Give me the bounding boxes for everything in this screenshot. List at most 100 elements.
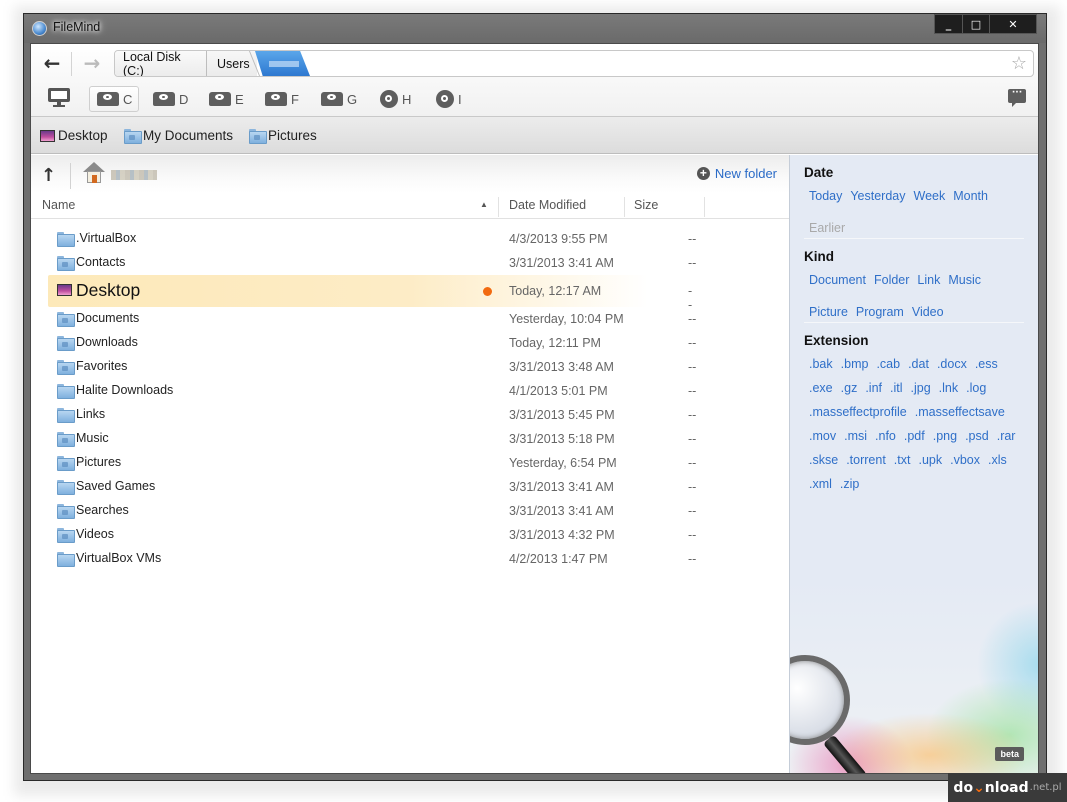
file-row[interactable]: Halite Downloads 4/1/2013 5:01 PM -- [31, 379, 789, 403]
drive-c-button[interactable]: C [89, 86, 140, 112]
kind-filter-link[interactable]: Picture [809, 304, 848, 320]
folder-icon [57, 480, 75, 495]
recent-change-dot-icon [483, 287, 492, 296]
drive-g-button[interactable]: G [314, 86, 363, 112]
file-row[interactable]: Documents Yesterday, 10:04 PM -- [31, 307, 789, 331]
column-name[interactable]: Name [42, 198, 75, 212]
extension-filter-link[interactable]: .xml [809, 476, 832, 492]
address-bar[interactable]: Local Disk (C:) Users ☆ [114, 50, 1034, 77]
breadcrumb-local-disk[interactable]: Local Disk (C:) [115, 51, 207, 76]
extension-filter-link[interactable]: .xls [988, 452, 1007, 468]
file-row-selected[interactable]: Desktop Today, 12:17 AM -- [48, 275, 692, 312]
extension-filter-link[interactable]: .docx [937, 356, 967, 372]
column-size[interactable]: Size [634, 198, 658, 212]
extension-filter-link[interactable]: .itl [890, 380, 903, 396]
drive-d-button[interactable]: D [146, 86, 194, 112]
extension-filter-link[interactable]: .jpg [911, 380, 931, 396]
optical-drive-icon [380, 90, 398, 108]
breadcrumb-users[interactable]: Users [207, 51, 257, 76]
computer-icon[interactable] [48, 88, 72, 110]
file-row[interactable]: Pictures Yesterday, 6:54 PM -- [31, 451, 789, 475]
maximize-button[interactable]: □ [962, 15, 989, 33]
feedback-chat-icon[interactable]: ··· [1008, 89, 1026, 107]
file-rows: .VirtualBox 4/3/2013 9:55 PM -- Contacts… [31, 227, 789, 571]
extension-filter-link[interactable]: .torrent [846, 452, 886, 468]
date-filter-link[interactable]: Week [914, 188, 946, 204]
home-icon[interactable] [83, 162, 105, 184]
redacted-home-folder-name[interactable] [111, 170, 157, 180]
file-row[interactable]: Contacts 3/31/2013 3:41 AM -- [31, 251, 789, 275]
file-row[interactable]: VirtualBox VMs 4/2/2013 1:47 PM -- [31, 547, 789, 571]
facet-kind: Kind Document Folder Link Music Picture Progr… [804, 249, 1026, 320]
kind-filter-link[interactable]: Video [912, 304, 944, 320]
minimize-button[interactable]: _ [935, 15, 962, 33]
extension-filter-link[interactable]: .pdf [904, 428, 925, 444]
extension-filter-link[interactable]: .bak [809, 356, 833, 372]
breadcrumb-current-user[interactable] [255, 51, 310, 76]
date-filter-link[interactable]: Today [809, 188, 842, 204]
up-folder-button[interactable]: ↑ [41, 165, 56, 186]
close-button[interactable]: ✕ [989, 15, 1036, 33]
favorite-star-icon[interactable]: ☆ [1011, 53, 1027, 74]
extension-filter-link[interactable]: .masseffectsave [915, 404, 1005, 420]
kind-filter-link[interactable]: Music [948, 272, 981, 288]
facet-items: .bak .bmp .cab .dat .docx .ess .exe .gz .inf .itl… [804, 356, 1026, 492]
extension-filter-link[interactable]: .png [933, 428, 957, 444]
kind-filter-link[interactable]: Program [856, 304, 904, 320]
new-folder-button[interactable]: + New folder [696, 166, 777, 181]
kind-filter-link[interactable]: Document [809, 272, 866, 288]
drive-f-button[interactable]: F [258, 86, 305, 112]
extension-filter-link[interactable]: .skse [809, 452, 838, 468]
column-divider[interactable] [498, 197, 499, 217]
title-bar[interactable]: FileMind _ □ ✕ [24, 14, 1046, 43]
file-row[interactable]: Favorites 3/31/2013 3:48 AM -- [31, 355, 789, 379]
extension-filter-link[interactable]: .log [966, 380, 986, 396]
forward-button[interactable]: → [79, 51, 105, 75]
file-row[interactable]: Links 3/31/2013 5:45 PM -- [31, 403, 789, 427]
plus-circle-icon: + [696, 167, 710, 180]
extension-filter-link[interactable]: .masseffectprofile [809, 404, 907, 420]
extension-filter-link[interactable]: .msi [844, 428, 867, 444]
extension-filter-link[interactable]: .exe [809, 380, 833, 396]
file-row[interactable]: .VirtualBox 4/3/2013 9:55 PM -- [31, 227, 789, 251]
extension-filter-link[interactable]: .txt [894, 452, 911, 468]
drive-h-button[interactable]: H [373, 86, 417, 112]
extension-filter-link[interactable]: .mov [809, 428, 836, 444]
extension-filter-link[interactable]: .inf [865, 380, 882, 396]
extension-filter-link[interactable]: .gz [841, 380, 858, 396]
drive-i-button[interactable]: I [429, 86, 468, 112]
column-divider[interactable] [704, 197, 705, 217]
kind-filter-link[interactable]: Link [917, 272, 940, 288]
file-row[interactable]: Searches 3/31/2013 3:41 AM -- [31, 499, 789, 523]
extension-filter-link[interactable]: .psd [965, 428, 989, 444]
extension-filter-link[interactable]: .zip [840, 476, 859, 492]
date-filter-link[interactable]: Month [953, 188, 988, 204]
drive-e-button[interactable]: E [202, 86, 250, 112]
file-row[interactable]: Music 3/31/2013 5:18 PM -- [31, 427, 789, 451]
sort-ascending-icon[interactable]: ▲ [480, 200, 488, 209]
favorite-pictures[interactable]: Pictures [249, 128, 317, 144]
favorite-my-documents[interactable]: My Documents [124, 128, 233, 144]
extension-filter-link[interactable]: .nfo [875, 428, 896, 444]
date-filter-link[interactable]: Yesterday [850, 188, 905, 204]
extension-filter-link[interactable]: .cab [876, 356, 900, 372]
extension-filter-link[interactable]: .lnk [939, 380, 958, 396]
optical-drive-icon [436, 90, 454, 108]
extension-filter-link[interactable]: .vbox [950, 452, 980, 468]
file-row[interactable]: Saved Games 3/31/2013 3:41 AM -- [31, 475, 789, 499]
extension-filter-link[interactable]: .rar [997, 428, 1016, 444]
file-row[interactable]: Downloads Today, 12:11 PM -- [31, 331, 789, 355]
extension-filter-link[interactable]: .ess [975, 356, 998, 372]
column-divider[interactable] [624, 197, 625, 217]
extension-filter-link[interactable]: .upk [918, 452, 942, 468]
favorite-desktop[interactable]: Desktop [40, 128, 108, 143]
app-logo-icon [32, 21, 47, 36]
path-divider [70, 163, 71, 189]
column-date-modified[interactable]: Date Modified [509, 198, 586, 212]
back-button[interactable]: ← [39, 51, 65, 75]
extension-filter-link[interactable]: .dat [908, 356, 929, 372]
kind-filter-link[interactable]: Folder [874, 272, 909, 288]
extension-filter-link[interactable]: .bmp [841, 356, 869, 372]
file-row[interactable]: Videos 3/31/2013 4:32 PM -- [31, 523, 789, 547]
column-header: Name ▲ Date Modified Size [31, 193, 789, 219]
